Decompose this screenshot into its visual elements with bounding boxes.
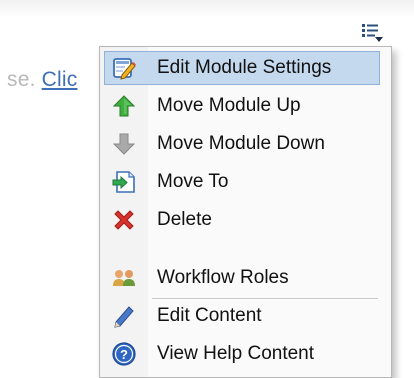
menu-item-label: Delete [157, 209, 212, 230]
move-to-icon [111, 169, 137, 195]
menu-item-label: Move To [157, 171, 229, 192]
menu-item-delete[interactable]: Delete [104, 203, 380, 237]
menu-item-view-help-content[interactable]: ? View Help Content [104, 337, 380, 371]
menu-item-label: Move Module Down [157, 133, 325, 154]
edit-settings-icon [111, 55, 137, 81]
menu-item-move-module-up[interactable]: Move Module Up [104, 89, 380, 123]
page-link[interactable]: Clic [42, 68, 78, 91]
menu-item-label: Edit Module Settings [157, 57, 332, 78]
arrow-up-icon [111, 93, 137, 119]
menu-item-label: Workflow Roles [157, 267, 289, 288]
menu-item-label: Move Module Up [157, 95, 301, 116]
module-actions-menu: Edit Module Settings Move Module Up Move… [99, 46, 392, 378]
menu-item-edit-content[interactable]: Edit Content [104, 299, 380, 333]
workflow-roles-icon [111, 265, 137, 291]
menu-item-label: Edit Content [157, 305, 262, 326]
menu-item-move-module-down[interactable]: Move Module Down [104, 127, 380, 161]
svg-text:?: ? [120, 347, 128, 362]
help-icon: ? [111, 341, 137, 367]
menu-item-edit-module-settings[interactable]: Edit Module Settings [104, 51, 380, 85]
delete-icon [111, 207, 137, 233]
page-text-before-link: se. [7, 68, 42, 91]
header-shade [0, 0, 414, 18]
page-content-text: se. Clic [7, 68, 77, 92]
menu-item-workflow-roles[interactable]: Workflow Roles [104, 261, 380, 295]
menu-item-label: View Help Content [157, 343, 315, 364]
menu-list-icon [362, 24, 383, 42]
arrow-down-icon [111, 131, 137, 157]
pencil-icon [111, 303, 137, 329]
menu-item-move-to[interactable]: Move To [104, 165, 380, 199]
module-actions-button[interactable] [360, 21, 384, 43]
